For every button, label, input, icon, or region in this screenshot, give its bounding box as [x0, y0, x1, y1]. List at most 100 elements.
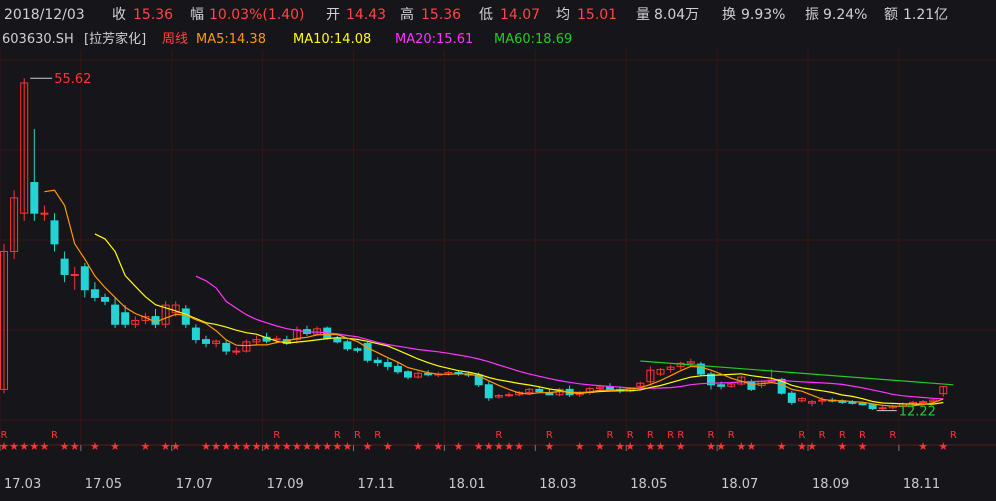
- signal-star-marker: ★: [807, 440, 817, 453]
- candle-body: [202, 339, 210, 344]
- signal-star-marker: ★: [777, 440, 787, 453]
- candle-body: [818, 399, 827, 402]
- candle-body: [90, 289, 99, 298]
- open-value: 14.43: [346, 7, 387, 23]
- signal-star-marker: ★: [292, 440, 302, 453]
- amplitude-value: 9.24%: [823, 7, 868, 23]
- high-price-label: 55.62: [54, 72, 91, 87]
- stock-code: 603630.SH: [2, 32, 74, 47]
- signal-star-marker: ★: [544, 440, 554, 453]
- signal-star-marker: ★: [60, 440, 70, 453]
- quote-date: 2018/12/03: [4, 7, 85, 23]
- x-tick-label: 18.01: [448, 477, 485, 492]
- candle-body: [60, 258, 69, 275]
- signal-star-marker: ★: [201, 440, 211, 453]
- signal-star-marker: ★: [211, 440, 221, 453]
- turnover-label: 换: [722, 7, 736, 23]
- candle-body: [787, 392, 796, 403]
- signal-star-marker: ★: [746, 440, 756, 453]
- period-selector[interactable]: 周线: [162, 30, 188, 50]
- candle-body: [383, 362, 392, 367]
- candle-body: [70, 273, 79, 276]
- signal-star-marker: ★: [383, 440, 393, 453]
- signal-star-marker: ★: [484, 440, 494, 453]
- signal-star-marker: ★: [797, 440, 807, 453]
- ma20-readout: MA20:15.61: [395, 32, 474, 47]
- signal-star-marker: ★: [342, 440, 352, 453]
- signal-star-marker: ★: [221, 440, 231, 453]
- x-tick-label: 18.11: [903, 477, 940, 492]
- candle-body: [343, 341, 352, 350]
- volume-value: 8.04万: [654, 7, 700, 23]
- signal-star-marker: ★: [645, 440, 655, 453]
- high-label: 高: [400, 7, 414, 23]
- avg-value: 15.01: [577, 7, 618, 23]
- signal-r-marker: R: [819, 430, 826, 441]
- signal-star-marker: ★: [29, 440, 39, 453]
- candle-body: [848, 401, 857, 404]
- signal-star-marker: ★: [706, 440, 716, 453]
- candle-body: [393, 365, 402, 373]
- x-tick-label: 18.09: [812, 477, 849, 492]
- x-tick-label: 18.07: [721, 477, 758, 492]
- change-value: 10.03%(1.40): [209, 7, 305, 23]
- signal-star-marker: ★: [918, 440, 928, 453]
- signal-star-marker: ★: [282, 440, 292, 453]
- ma5-readout: MA5:14.38: [196, 32, 266, 47]
- signal-star-marker: ★: [615, 440, 625, 453]
- x-tick-label: 18.03: [539, 477, 576, 492]
- signal-star-marker: ★: [716, 440, 726, 453]
- signal-r-marker: R: [889, 430, 896, 441]
- signal-star-marker: ★: [676, 440, 686, 453]
- high-value: 15.36: [421, 7, 462, 23]
- signal-star-marker: ★: [241, 440, 251, 453]
- amount-label: 额: [884, 7, 898, 23]
- candle-body: [40, 212, 49, 215]
- signal-star-marker: ★: [140, 440, 150, 453]
- signal-star-marker: ★: [625, 440, 635, 453]
- turnover-value: 9.93%: [741, 7, 786, 23]
- candle-body: [535, 388, 544, 393]
- signal-star-marker: ★: [413, 440, 423, 453]
- price-annotations: 55.62 12.22: [30, 72, 936, 420]
- signal-star-marker: ★: [171, 440, 181, 453]
- candle-body: [30, 182, 39, 214]
- x-tick-label: 17.07: [176, 477, 213, 492]
- signal-star-marker: ★: [454, 440, 464, 453]
- signal-star-marker: ★: [262, 440, 272, 453]
- ma10-line: [94, 233, 944, 405]
- candle-body: [353, 348, 362, 351]
- signal-star-marker: ★: [736, 440, 746, 453]
- x-tick-label: 17.09: [267, 477, 304, 492]
- signal-star-marker: ★: [858, 440, 868, 453]
- signal-star-marker: ★: [837, 440, 847, 453]
- low-price-label: 12.22: [899, 405, 936, 420]
- candle-body: [333, 337, 342, 343]
- candle-body: [484, 384, 493, 399]
- candle-body: [50, 220, 59, 245]
- signal-star-marker: ★: [514, 440, 524, 453]
- candle-body: [101, 296, 109, 302]
- candle-body: [272, 338, 281, 341]
- candle-body: [858, 402, 867, 406]
- signal-star-marker: ★: [474, 440, 484, 453]
- indicator-bar: 603630.SH [拉芳家化] 周线 MA5:14.38 MA10:14.08…: [0, 30, 996, 50]
- signal-r-marker: R: [728, 430, 735, 441]
- open-label: 开: [326, 7, 340, 23]
- signal-r-marker: R: [374, 430, 381, 441]
- signal-markers: R R R R R R R R R R R R R R R R R R R R R★ ★ ★ ★ ★ ★ ★ ★ ★ ★ ★ ★ ★ ★ ★ ★ ★ ★ ★…: [0, 430, 957, 453]
- signal-star-marker: ★: [595, 440, 605, 453]
- signal-star-marker: ★: [938, 440, 948, 453]
- candlestick-chart[interactable]: 55.6212.22 R R R R R R R R R R R R R R R R R R R R R★ ★ ★ ★ ★ ★ ★ ★…: [0, 50, 996, 501]
- signal-star-marker: ★: [504, 440, 514, 453]
- candle-body: [191, 327, 200, 341]
- x-tick-label: 17.05: [85, 477, 122, 492]
- candle-body: [919, 401, 928, 404]
- signal-star-marker: ★: [575, 440, 585, 453]
- signal-r-marker: R: [51, 430, 58, 441]
- signal-r-marker: R: [667, 430, 674, 441]
- signal-star-marker: ★: [332, 440, 342, 453]
- close-value: 15.36: [133, 7, 174, 23]
- volume-label: 量: [636, 7, 650, 23]
- candle-body: [747, 381, 756, 390]
